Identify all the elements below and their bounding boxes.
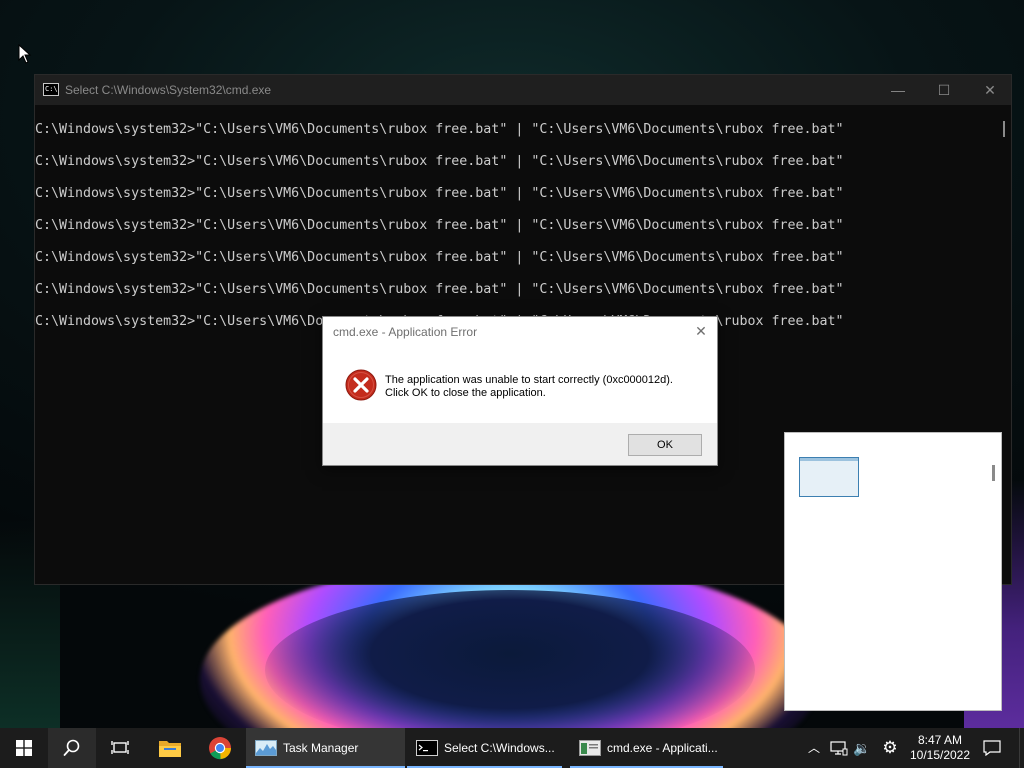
cmd-window-title: Select C:\Windows\System32\cmd.exe (65, 83, 272, 97)
close-button[interactable]: ✕ (967, 75, 1013, 105)
start-button[interactable] (0, 728, 48, 768)
chrome-button[interactable] (196, 728, 244, 768)
settings-tray-button[interactable]: ⚙ (879, 728, 901, 768)
console-line: C:\Windows\system32>"C:\Users\VM6\Docume… (35, 218, 844, 233)
thumbnail-titlebar (800, 458, 858, 461)
task-manager-scrollbar[interactable] (992, 465, 995, 481)
error-message-line: The application was unable to start corr… (385, 374, 673, 386)
task-view-button[interactable] (96, 728, 144, 768)
file-explorer-button[interactable] (146, 728, 194, 768)
clock-date: 10/15/2022 (909, 748, 971, 762)
notification-icon (983, 740, 1001, 756)
volume-icon: 🔉 (853, 739, 871, 756)
error-icon (345, 369, 377, 401)
ok-button[interactable]: OK (628, 434, 702, 456)
clock[interactable]: 8:47 AM 10/15/2022 (902, 733, 978, 763)
error-message-line: Click OK to close the application. (385, 387, 546, 399)
task-manager-icon (255, 740, 277, 756)
cmd-app-icon: C:\ (43, 83, 59, 96)
application-window-icon (579, 740, 601, 756)
cmd-titlebar[interactable]: C:\ Select C:\Windows\System32\cmd.exe —… (35, 75, 1011, 105)
taskbar: Task Manager Select C:\Windows... cmd.ex… (0, 728, 1024, 768)
console-line: C:\Windows\system32>"C:\Users\VM6\Docume… (35, 282, 844, 297)
minimize-button[interactable]: — (875, 75, 921, 105)
console-scrollbar[interactable] (1003, 121, 1005, 137)
error-message: The application was unable to start corr… (385, 374, 705, 400)
mouse-pointer-icon (18, 44, 32, 64)
network-button[interactable] (829, 728, 849, 768)
search-icon (63, 739, 80, 756)
taskbar-app-task-manager[interactable]: Task Manager (246, 728, 405, 768)
show-hidden-icons-button[interactable]: ︿ (806, 728, 822, 768)
taskbar-app-cmd[interactable]: Select C:\Windows... (407, 728, 562, 768)
taskbar-app-application-error[interactable]: cmd.exe - Applicati... (570, 728, 723, 768)
taskbar-app-label: cmd.exe - Applicati... (607, 741, 718, 755)
console-line: C:\Windows\system32>"C:\Users\VM6\Docume… (35, 186, 844, 201)
maximize-button[interactable]: ☐ (921, 75, 967, 105)
network-icon (830, 741, 848, 756)
folder-icon (159, 741, 181, 757)
clock-time: 8:47 AM (917, 733, 963, 747)
console-line: C:\Windows\system32>"C:\Users\VM6\Docume… (35, 250, 844, 265)
application-error-dialog[interactable]: cmd.exe - Application Error ✕ The applic… (322, 316, 718, 466)
console-line: C:\Windows\system32>"C:\Users\VM6\Docume… (35, 154, 844, 169)
cmd-icon (416, 740, 438, 756)
windows-logo-icon (16, 740, 32, 756)
notifications-button[interactable] (978, 728, 1006, 768)
task-manager-window[interactable] (784, 432, 1002, 711)
dialog-close-button[interactable]: ✕ (691, 321, 711, 341)
taskbar-app-label: Select C:\Windows... (444, 741, 555, 755)
dialog-title: cmd.exe - Application Error (333, 325, 478, 339)
console-line: C:\Windows\system32>"C:\Users\VM6\Docume… (35, 122, 844, 137)
search-button[interactable] (48, 728, 96, 768)
show-desktop-button[interactable] (1019, 728, 1024, 768)
volume-button[interactable]: 🔉 (852, 728, 872, 768)
gear-icon: ⚙ (882, 738, 898, 757)
window-thumbnail (799, 457, 859, 497)
chrome-icon (209, 737, 231, 760)
task-view-icon (111, 741, 129, 754)
taskbar-app-label: Task Manager (283, 741, 359, 755)
